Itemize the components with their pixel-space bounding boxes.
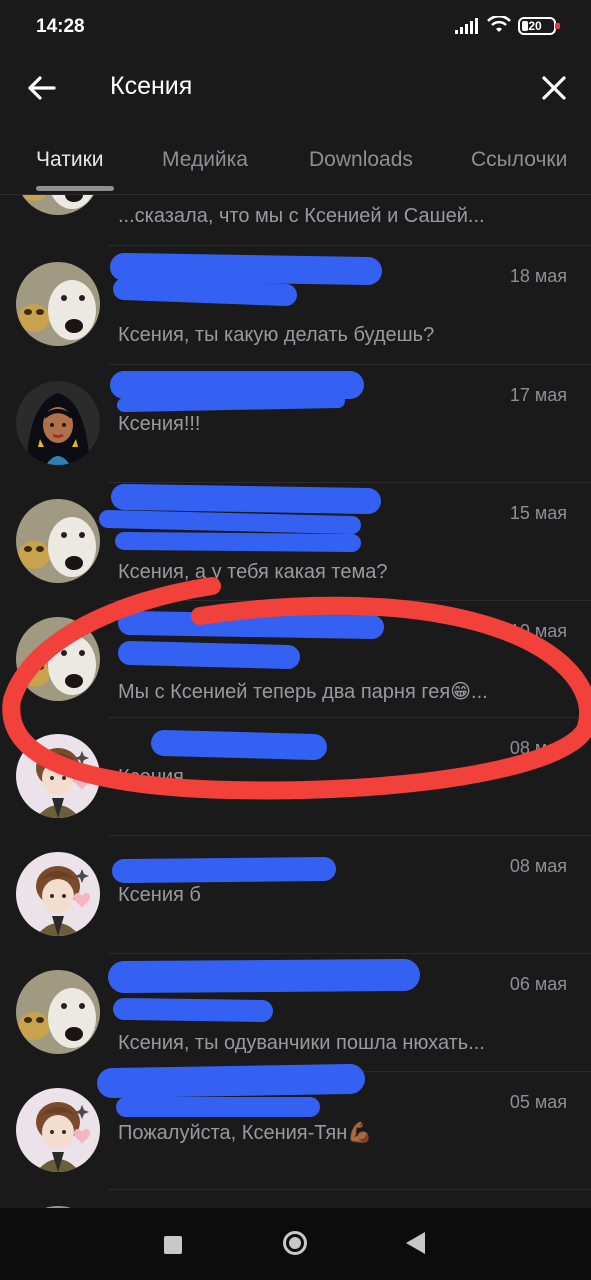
chat-date: 06 мая [509,974,567,994]
chat-preview: Пожалуйста, Ксения-Тян💪🏾 [118,1122,373,1144]
chat-preview: Ксения!!! [118,413,201,435]
battery-icon: 20 [518,17,560,35]
tab-active-indicator [36,186,114,191]
back-triangle-icon[interactable] [406,1232,425,1254]
chat-date: 08 мая [509,738,567,758]
chat-row[interactable]: 08 мая Ксения б [0,836,591,954]
chat-row[interactable]: 06 мая Ксения, ты одуванчики пошла нюхат… [0,954,591,1072]
chat-row[interactable]: 18 мая Ксения, ты какую делать будешь? [0,246,591,364]
arrow-left-icon[interactable] [22,70,62,106]
chat-row[interactable]: 17 мая Ксения!!! [0,365,591,483]
avatar [16,381,100,465]
battery-percent: 20 [528,19,542,33]
tab-links[interactable]: Ссылочки [471,148,567,172]
tab-chats[interactable]: Чатики [36,148,103,172]
chat-date: 17 мая [509,385,567,405]
chat-row[interactable]: 08 мая Ксения [0,718,591,836]
chat-preview: Ксения, ты какую делать будешь? [118,324,435,346]
home-circle-dot [289,1237,301,1249]
battery-tip [555,23,560,29]
avatar [16,499,100,583]
avatar [16,195,100,215]
chat-row[interactable]: 05 мая Пожалуйста, Ксения-Тян💪🏾 [0,1072,591,1190]
chat-list[interactable]: ...сказала, что мы с Ксенией и Сашей... … [0,195,591,1208]
chat-preview: Ксения, ты одуванчики пошла нюхать... [118,1032,485,1054]
chat-preview: Ксения [118,766,184,788]
chat-row[interactable]: ...сказала, что мы с Ксенией и Сашей... [0,195,591,251]
chat-date: 18 мая [509,266,567,286]
tab-media[interactable]: Медийка [162,148,248,172]
status-time: 14:28 [36,16,85,37]
chat-preview: Ксения, а у тебя какая тема? [118,561,388,583]
chat-preview: ...сказала, что мы с Ксенией и Сашей... [118,205,485,227]
avatar [16,734,100,818]
avatar [16,970,100,1054]
system-nav-bar [0,1208,591,1280]
search-input[interactable]: Ксения [110,72,192,101]
recents-square-icon[interactable] [164,1236,182,1254]
status-bar: 14:28 20 [0,0,591,56]
chat-preview: Ксения б [118,884,201,906]
wifi-icon [487,16,511,32]
chat-date: 08 мая [509,856,567,876]
chat-date: 10 мая [509,621,567,641]
chat-row[interactable] [0,1190,591,1208]
chat-date: 15 мая [509,503,567,523]
chat-row[interactable]: 15 мая Ксения, а у тебя какая тема? [0,483,591,601]
tab-downloads[interactable]: Downloads [309,148,413,172]
home-circle-icon[interactable] [283,1231,307,1255]
avatar [16,262,100,346]
close-icon[interactable] [536,70,572,106]
chat-preview: Мы с Ксенией теперь два парня гея😁... [118,681,488,703]
signal-icon [455,18,478,34]
search-header: Ксения [0,56,591,120]
tab-bar: Чатики Медийка Downloads Ссылочки [0,132,591,195]
avatar [16,617,100,701]
avatar [16,1088,100,1172]
avatar [16,852,100,936]
chat-date: 05 мая [509,1092,567,1112]
chat-row[interactable]: 10 мая Мы с Ксенией теперь два парня гея… [0,601,591,719]
